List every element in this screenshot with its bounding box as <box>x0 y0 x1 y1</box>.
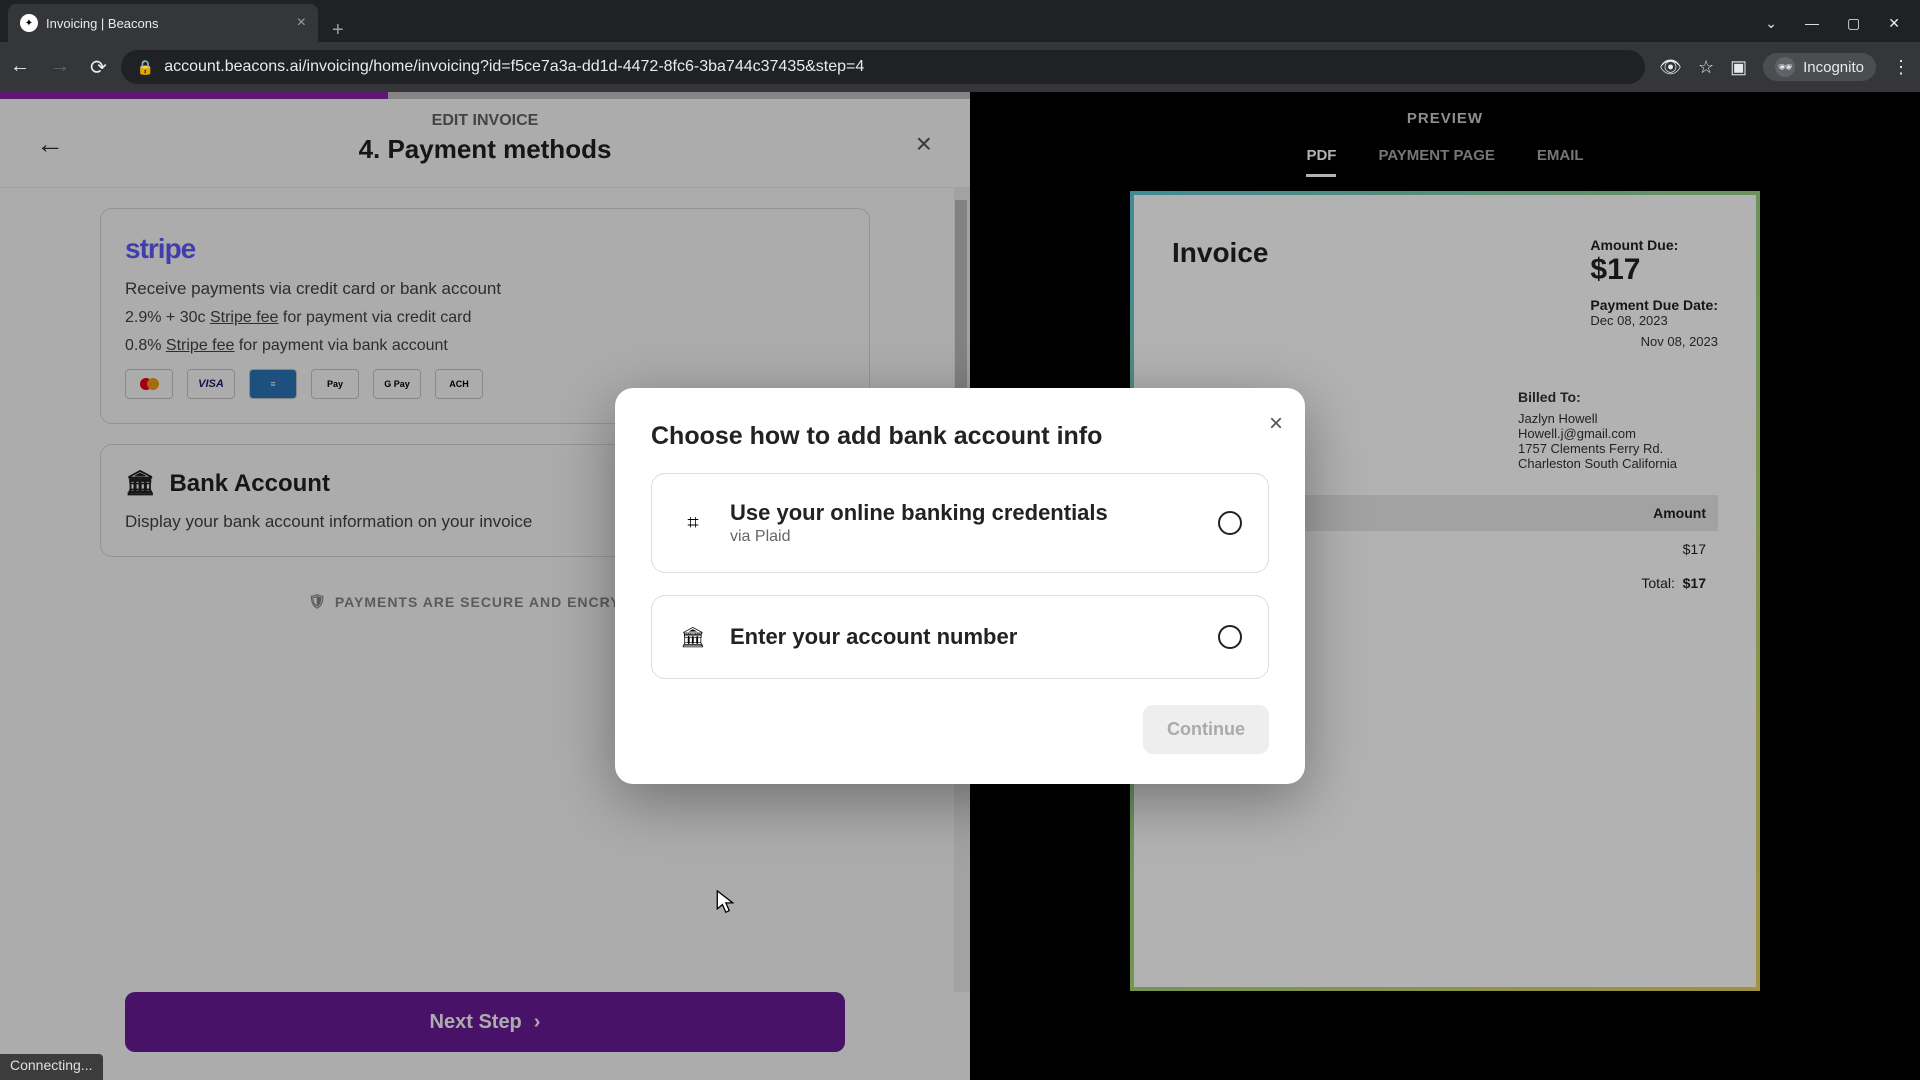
eye-off-icon[interactable]: 👁 <box>1659 57 1682 78</box>
plaid-icon: ⌗ <box>678 508 708 538</box>
browser-tab[interactable]: ✦ Invoicing | Beacons × <box>8 4 318 42</box>
forward-icon: → <box>50 55 70 80</box>
panel-icon[interactable]: ▣ <box>1730 57 1747 78</box>
browser-toolbar: ← → ⟳ 🔒 account.beacons.ai/invoicing/hom… <box>0 42 1920 92</box>
close-tab-icon[interactable]: × <box>297 14 306 32</box>
lock-icon: 🔒 <box>137 59 154 76</box>
maximize-icon[interactable]: ▢ <box>1847 15 1860 32</box>
close-window-icon[interactable]: ✕ <box>1888 15 1900 32</box>
chevron-down-icon[interactable]: ⌄ <box>1765 15 1777 32</box>
radio-manual[interactable] <box>1218 625 1242 649</box>
back-icon[interactable]: ← <box>10 55 30 80</box>
tab-title: Invoicing | Beacons <box>46 16 289 31</box>
address-bar[interactable]: 🔒 account.beacons.ai/invoicing/home/invo… <box>121 50 1645 84</box>
option-plaid-sub: via Plaid <box>730 528 1196 546</box>
option-plaid-title: Use your online banking credentials <box>730 500 1196 526</box>
status-bar: Connecting... <box>0 1054 103 1080</box>
option-manual[interactable]: 🏛 Enter your account number <box>651 595 1269 679</box>
option-plaid[interactable]: ⌗ Use your online banking credentials vi… <box>651 473 1269 573</box>
option-manual-title: Enter your account number <box>730 624 1196 650</box>
incognito-label: Incognito <box>1803 59 1864 76</box>
modal-close-icon[interactable]: × <box>1269 410 1283 438</box>
site-favicon: ✦ <box>20 14 38 32</box>
radio-plaid[interactable] <box>1218 511 1242 535</box>
window-controls: ⌄ ― ▢ ✕ <box>1765 4 1920 42</box>
browser-tab-bar: ✦ Invoicing | Beacons × + ⌄ ― ▢ ✕ <box>0 0 1920 42</box>
kebab-menu-icon[interactable]: ⋮ <box>1892 57 1910 78</box>
incognito-icon: 🕶 <box>1775 57 1795 77</box>
incognito-badge[interactable]: 🕶 Incognito <box>1763 53 1876 81</box>
modal-title: Choose how to add bank account info <box>651 422 1269 451</box>
url-text: account.beacons.ai/invoicing/home/invoic… <box>164 58 864 76</box>
minimize-icon[interactable]: ― <box>1805 15 1819 31</box>
continue-button[interactable]: Continue <box>1143 705 1269 754</box>
reload-icon[interactable]: ⟳ <box>90 55 107 80</box>
bank-info-modal: × Choose how to add bank account info ⌗ … <box>615 388 1305 784</box>
bookmark-star-icon[interactable]: ☆ <box>1698 57 1714 78</box>
bank-icon: 🏛 <box>678 622 708 652</box>
new-tab-button[interactable]: + <box>318 19 358 42</box>
